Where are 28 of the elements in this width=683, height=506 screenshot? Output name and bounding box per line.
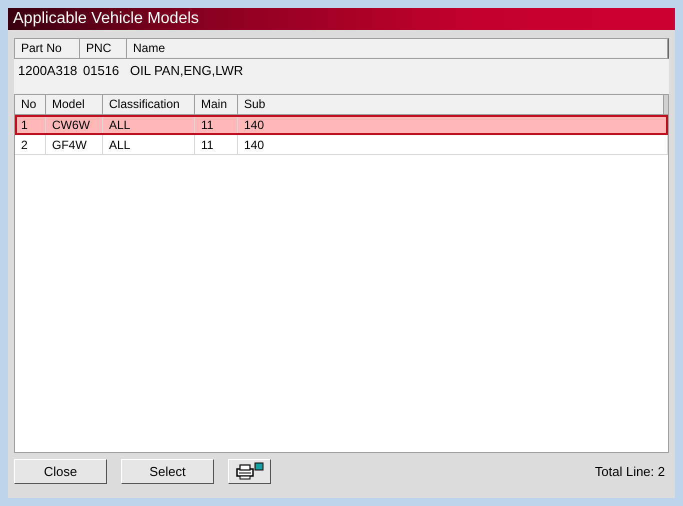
table-cell: ALL xyxy=(109,118,130,132)
total-line-count: Total Line: 2 xyxy=(594,464,665,478)
table-cell: 140 xyxy=(244,118,264,132)
column-header[interactable]: Classification xyxy=(103,95,195,114)
dialog-button[interactable]: Select xyxy=(121,458,214,484)
table-cell: 11 xyxy=(201,118,214,132)
field-value: OIL PAN,ENG,LWR xyxy=(130,63,244,78)
printer-icon xyxy=(234,462,264,480)
window-title: Applicable Vehicle Models xyxy=(8,8,675,30)
table-row[interactable]: 1 CW6W ALL 11 140 xyxy=(15,115,668,135)
field-value: 01516 xyxy=(83,63,120,78)
column-header[interactable]: Name xyxy=(127,39,668,58)
table-row[interactable]: 2 GF4W ALL 11 140 xyxy=(15,135,668,155)
field-value: 1200A318 xyxy=(18,63,78,78)
table-cell: 11 xyxy=(201,138,214,152)
table-cell: 1 xyxy=(21,118,28,132)
table-cell: 140 xyxy=(244,138,264,152)
table-cell: GF4W xyxy=(52,138,87,152)
column-header[interactable]: No xyxy=(15,95,46,114)
table-cell: CW6W xyxy=(52,118,90,132)
dialog-button[interactable]: Close xyxy=(14,458,107,484)
column-header[interactable]: Main xyxy=(195,95,238,114)
print-button[interactable] xyxy=(228,458,271,484)
table-cell: 2 xyxy=(21,138,28,152)
table-cell: ALL xyxy=(109,138,130,152)
column-header[interactable]: Part No xyxy=(15,39,80,58)
column-header[interactable]: PNC xyxy=(80,39,127,58)
column-header[interactable]: Model xyxy=(46,95,103,114)
